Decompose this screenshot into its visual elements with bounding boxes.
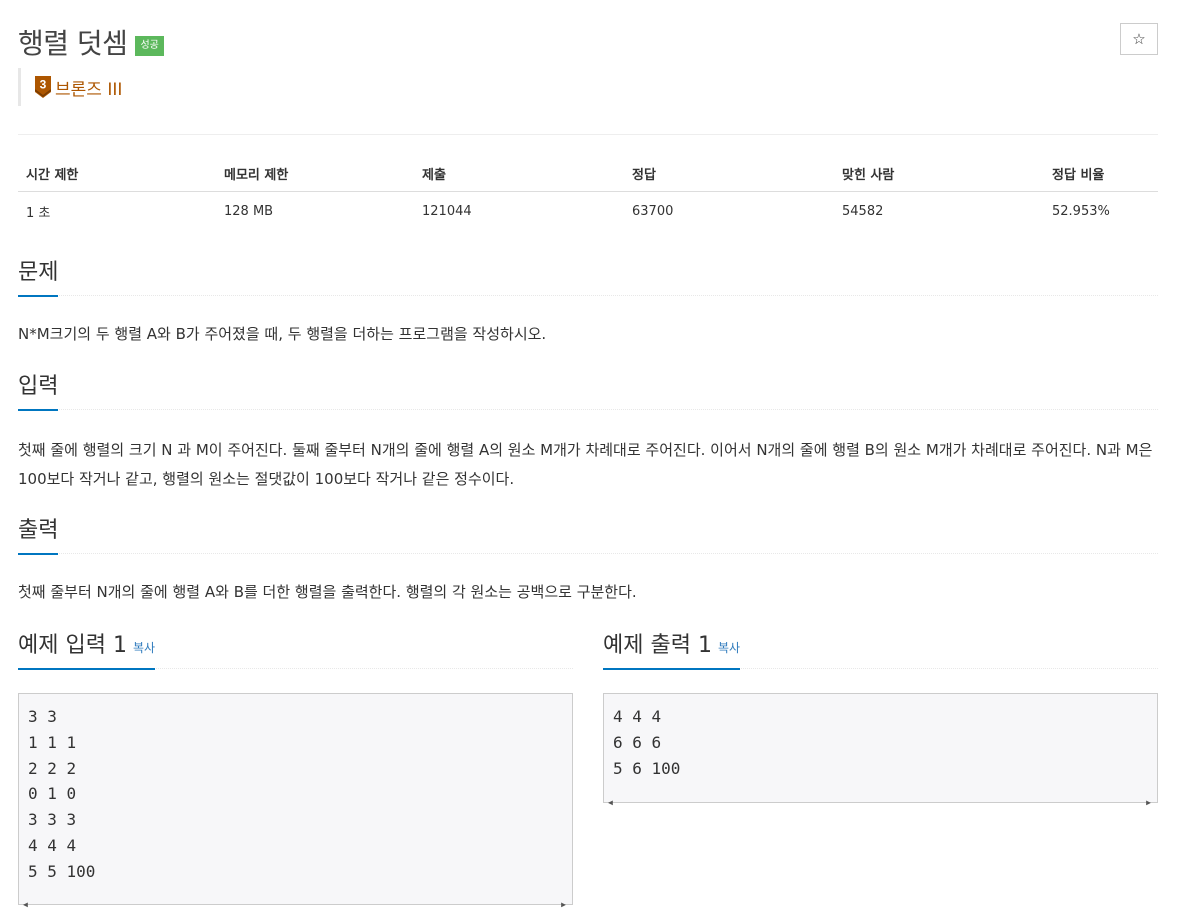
accept-ratio-value: 52.953% bbox=[1052, 204, 1110, 219]
table-header-row: 시간 제한 메모리 제한 제출 정답 맞힌 사람 정답 비율 bbox=[18, 154, 1158, 192]
sample-input-line: 5 5 100 bbox=[28, 861, 96, 881]
output-section: 출력 첫째 줄부터 N개의 줄에 행렬 A와 B를 더한 행렬을 출력한다. 행… bbox=[18, 515, 1158, 607]
scroll-right-icon[interactable]: ▶ bbox=[561, 892, 566, 918]
input-section: 입력 첫째 줄에 행렬의 크기 N 과 M이 주어진다. 둘째 줄부터 N개의 … bbox=[18, 371, 1158, 494]
input-description-text: 첫째 줄에 행렬의 크기 N 과 M이 주어진다. 둘째 줄부터 N개의 줄에 … bbox=[18, 441, 1153, 488]
section-headline: 예제 출력 1 복사 bbox=[603, 630, 1158, 670]
header-solved-users: 맞힌 사람 bbox=[834, 154, 1044, 192]
scroll-left-icon[interactable]: ◀ bbox=[23, 892, 28, 918]
problem-description-text: N*M크기의 두 행렬 A와 B가 주어졌을 때, 두 행렬을 더하는 프로그램… bbox=[18, 325, 547, 343]
copy-sample-output-button[interactable]: 복사 bbox=[718, 641, 740, 655]
submissions-value[interactable]: 121044 bbox=[414, 192, 624, 232]
section-headline: 출력 bbox=[18, 515, 1158, 555]
sample-output-title-block: 예제 출력 1 복사 bbox=[603, 631, 741, 670]
problem-title: 행렬 덧셈 bbox=[18, 27, 128, 60]
title-row: 행렬 덧셈 성공 bbox=[18, 22, 164, 62]
header-accepted: 정답 bbox=[624, 154, 834, 192]
memory-limit-value: 128 MB bbox=[224, 204, 274, 219]
sample-output-section: 예제 출력 1 복사 4 4 4 6 6 6 5 6 100 ◀ ▶ bbox=[603, 630, 1158, 807]
sample-output-title: 예제 출력 1 bbox=[603, 633, 712, 658]
sample-output-line: 6 6 6 bbox=[613, 732, 662, 752]
solved-users-value[interactable]: 54582 bbox=[834, 192, 1044, 232]
sample-input-section: 예제 입력 1 복사 3 3 1 1 1 2 2 2 0 1 0 3 3 3 4 … bbox=[18, 630, 573, 909]
sample-output-box[interactable]: 4 4 4 6 6 6 5 6 100 ◀ ▶ bbox=[603, 693, 1158, 807]
problem-info-table: 시간 제한 메모리 제한 제출 정답 맞힌 사람 정답 비율 1 초 128 M… bbox=[18, 154, 1158, 231]
tier-indicator[interactable]: 3 브론즈 III bbox=[18, 68, 122, 106]
scroll-left-icon[interactable]: ◀ bbox=[608, 790, 613, 816]
sample-input-line: 3 3 3 bbox=[28, 810, 77, 830]
sample-output-line: 4 4 4 bbox=[613, 707, 662, 726]
header-memory-limit: 메모리 제한 bbox=[216, 154, 414, 192]
star-icon: ☆ bbox=[1132, 30, 1146, 48]
status-badge: 성공 bbox=[135, 36, 164, 56]
section-title-output: 출력 bbox=[18, 516, 59, 555]
sample-input-box[interactable]: 3 3 1 1 1 2 2 2 0 1 0 3 3 3 4 4 4 5 5 10… bbox=[18, 693, 573, 909]
tier-label: 브론즈 III bbox=[55, 79, 123, 100]
problem-description-section: 문제 N*M크기의 두 행렬 A와 B가 주어졌을 때, 두 행렬을 더하는 프… bbox=[18, 257, 1158, 349]
section-title-problem: 문제 bbox=[18, 258, 59, 297]
table-row: 1 초 128 MB 121044 63700 54582 52.953% bbox=[18, 192, 1158, 232]
section-headline: 문제 bbox=[18, 257, 1158, 297]
sample-input-line: 4 4 4 bbox=[28, 835, 77, 855]
sample-input-line: 0 1 0 bbox=[28, 784, 77, 804]
output-description-text: 첫째 줄부터 N개의 줄에 행렬 A와 B를 더한 행렬을 출력한다. 행렬의 … bbox=[18, 583, 637, 601]
horizontal-scrollbar[interactable]: ◀ ▶ bbox=[604, 786, 1157, 807]
sample-input-title-block: 예제 입력 1 복사 bbox=[18, 631, 156, 670]
sample-input-title: 예제 입력 1 bbox=[18, 633, 127, 658]
sample-output-line: 5 6 100 bbox=[613, 758, 681, 778]
time-limit-value: 1 초 bbox=[26, 206, 51, 221]
bronze-tier-icon: 3 bbox=[35, 76, 51, 98]
sample-input-line: 2 2 2 bbox=[28, 758, 77, 778]
sample-input-line: 3 3 bbox=[28, 707, 57, 726]
header-submissions: 제출 bbox=[414, 154, 624, 192]
bookmark-star-button[interactable]: ☆ bbox=[1120, 23, 1158, 55]
accepted-value[interactable]: 63700 bbox=[624, 192, 834, 232]
copy-sample-input-button[interactable]: 복사 bbox=[133, 641, 155, 655]
header-accept-ratio: 정답 비율 bbox=[1044, 154, 1158, 192]
section-headline: 입력 bbox=[18, 371, 1158, 411]
divider bbox=[18, 134, 1158, 135]
section-headline: 예제 입력 1 복사 bbox=[18, 630, 573, 670]
section-title-input: 입력 bbox=[18, 372, 59, 411]
scroll-right-icon[interactable]: ▶ bbox=[1146, 790, 1151, 816]
horizontal-scrollbar[interactable]: ◀ ▶ bbox=[19, 888, 572, 909]
header-time-limit: 시간 제한 bbox=[18, 154, 216, 192]
sample-input-line: 1 1 1 bbox=[28, 732, 77, 752]
tier-number: 3 bbox=[40, 78, 47, 92]
